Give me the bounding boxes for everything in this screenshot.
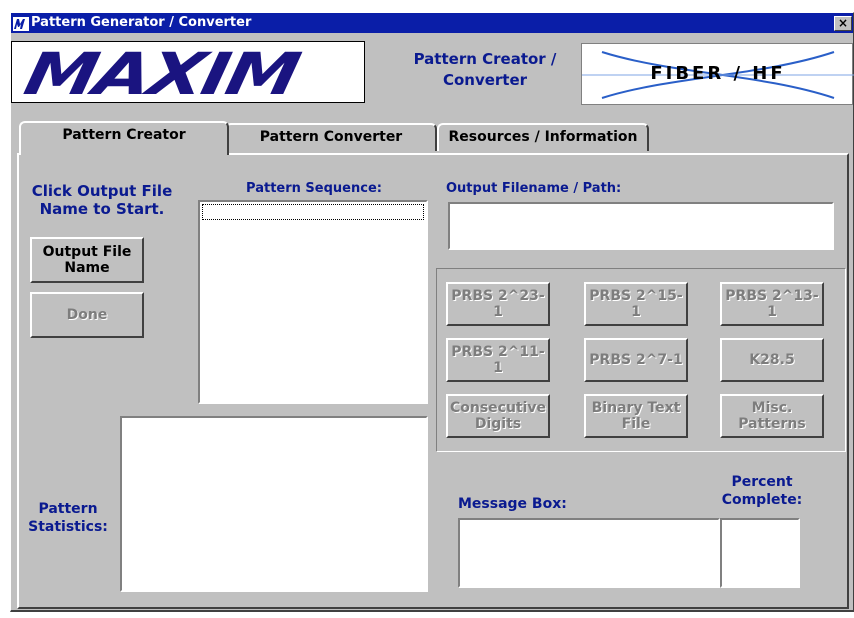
pattern-statistics-label: Pattern Statistics: <box>28 501 108 535</box>
pattern-statistics-box[interactable] <box>120 416 428 592</box>
output-filename-field[interactable] <box>448 202 834 250</box>
binary-text-file-button[interactable]: Binary Text File <box>584 394 688 438</box>
maxim-logo: MAXIM <box>11 40 365 108</box>
misc-patterns-button[interactable]: Misc. Patterns <box>720 394 824 438</box>
output-filename-label: Output Filename / Path: <box>446 181 622 196</box>
fiber-logo-text: FIBER / HF <box>650 63 786 84</box>
list-item[interactable] <box>202 204 424 220</box>
prbs-2-15-button[interactable]: PRBS 2^15-1 <box>584 282 688 326</box>
maxim-app-icon <box>13 16 29 31</box>
message-box <box>458 518 720 588</box>
pattern-sequence-label: Pattern Sequence: <box>246 181 382 196</box>
k28-5-button[interactable]: K28.5 <box>720 338 824 382</box>
header-title: Pattern Creator / Converter <box>413 50 557 89</box>
prbs-2-7-button[interactable]: PRBS 2^7-1 <box>584 338 688 382</box>
window-title: Pattern Generator / Converter <box>31 15 252 30</box>
tab-resources-information[interactable]: Resources / Information <box>437 123 649 151</box>
tab-pattern-converter[interactable]: Pattern Converter <box>225 123 437 151</box>
maxim-logo-text: MAXIM <box>18 40 305 108</box>
fiber-hf-logo: FIBER / HF <box>581 43 854 105</box>
title-bar[interactable]: Pattern Generator / Converter × <box>11 13 853 33</box>
tab-pattern-creator[interactable]: Pattern Creator <box>19 121 229 155</box>
percent-complete-box <box>720 518 800 588</box>
start-hint: Click Output File Name to Start. <box>31 182 173 218</box>
prbs-2-23-button[interactable]: PRBS 2^23-1 <box>446 282 550 326</box>
prbs-2-11-button[interactable]: PRBS 2^11-1 <box>446 338 550 382</box>
output-file-name-button[interactable]: Output File Name <box>30 237 144 283</box>
pattern-sequence-list[interactable] <box>198 200 428 404</box>
percent-complete-label: Percent Complete: <box>721 474 803 508</box>
message-box-label: Message Box: <box>458 496 567 512</box>
done-button[interactable]: Done <box>30 292 144 338</box>
close-button[interactable]: × <box>834 16 852 31</box>
prbs-2-13-button[interactable]: PRBS 2^13-1 <box>720 282 824 326</box>
consecutive-digits-button[interactable]: Consecutive Digits <box>446 394 550 438</box>
